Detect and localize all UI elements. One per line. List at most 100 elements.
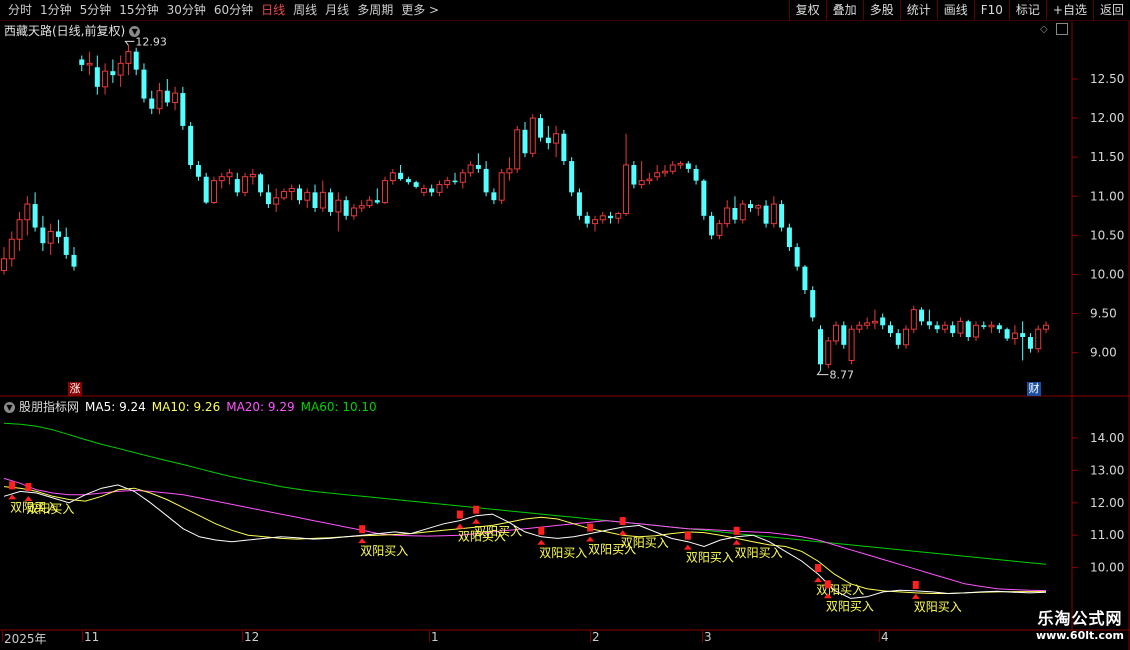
period-tab[interactable]: 多周期 xyxy=(353,0,397,20)
price-tick-label: 11.50 xyxy=(1090,150,1124,164)
candle-body xyxy=(164,90,170,103)
candle-body xyxy=(125,51,132,64)
candle-body xyxy=(701,180,707,216)
candle-body xyxy=(545,137,551,144)
period-tab[interactable]: 1分钟 xyxy=(36,0,76,20)
signal-label: 双阳买入 xyxy=(588,543,636,557)
chart-canvas[interactable]: 12.50 12.00 11.50 11.00 10.50 10.00 9.50 9.00 1… xyxy=(0,0,1130,650)
candle-body xyxy=(328,192,334,212)
period-tab[interactable]: 15分钟 xyxy=(115,0,162,20)
cai-badge-label: 财 xyxy=(1028,382,1040,395)
candle-body xyxy=(467,164,474,174)
expand-box-icon[interactable] xyxy=(1056,23,1068,35)
signal-arrow xyxy=(537,539,546,545)
watermark-logo: 乐淘公式网 www.60lt.com xyxy=(1036,605,1124,642)
candle-body xyxy=(350,207,357,217)
date-label: 1 xyxy=(431,630,439,644)
signal-bar xyxy=(824,580,831,589)
period-tab[interactable]: 5分钟 xyxy=(76,0,116,20)
candle-body xyxy=(981,325,987,327)
dropdown-arrow-icon[interactable]: ▼ xyxy=(129,26,141,37)
candle-body xyxy=(638,180,645,186)
candle-body xyxy=(810,290,816,318)
date-label: 3 xyxy=(704,630,712,644)
period-tab[interactable]: 更多 > xyxy=(397,0,443,20)
toolbar-button[interactable]: F10 xyxy=(973,0,1009,20)
signal-arrow xyxy=(814,577,823,583)
indicator-tick-label: 13.00 xyxy=(1090,463,1124,477)
signal-bar xyxy=(9,481,16,490)
candle-body xyxy=(242,176,249,193)
toolbar-button[interactable]: 返回 xyxy=(1092,0,1130,20)
candle-body xyxy=(817,329,823,365)
date-label: 11 xyxy=(84,630,100,644)
buy-signals: 双阳买入双阳买入双阳买入双阳买入双阳买入双阳买入 双阳买入双阳买入双阳买入 双阳买入… xyxy=(8,481,962,614)
period-tab[interactable]: 月线 xyxy=(321,0,353,20)
cai-badge[interactable]: 财 xyxy=(1027,382,1041,396)
period-tab[interactable]: 周线 xyxy=(289,0,321,20)
watermark-line2: www.60lt.com xyxy=(1035,629,1124,642)
candle-body xyxy=(748,204,754,208)
candle-body xyxy=(475,165,481,169)
period-tab[interactable]: 60分钟 xyxy=(210,0,257,20)
candle-body xyxy=(561,133,567,162)
price-annotations: 12.938.77 xyxy=(124,35,854,382)
candle-body xyxy=(646,178,653,182)
signal-label: 双阳买入 xyxy=(686,551,734,565)
diamond-icon[interactable]: ◇ xyxy=(1040,24,1048,35)
toolbar-button[interactable]: +自选 xyxy=(1045,0,1093,20)
signal-label: 双阳买入 xyxy=(816,583,864,597)
date-tick xyxy=(82,630,83,642)
toolbar-button[interactable]: 标记 xyxy=(1008,0,1046,20)
ma20-line xyxy=(3,477,1047,592)
signal-label: 双阳买入 xyxy=(458,530,506,544)
indicator-legend: ▼ 股朋指标网 MA5: 9.24 MA10: 9.26 MA20: 9.29 MA60:… xyxy=(4,398,383,415)
period-tab[interactable]: 30分钟 xyxy=(163,0,210,20)
candle-body xyxy=(802,266,808,291)
ma60-line xyxy=(3,422,1047,565)
toolbar-button[interactable]: 多股 xyxy=(862,0,900,20)
candle-body xyxy=(779,204,785,228)
candle-body xyxy=(102,70,109,88)
period-tab[interactable]: 分时 xyxy=(4,0,36,20)
candle-body xyxy=(848,328,855,361)
period-tabs: 分时 1分钟 5分钟 15分钟 30分钟 60分钟 日线 周线 月线 多周期 更多 > xyxy=(4,0,443,20)
date-tick xyxy=(2,630,3,642)
indicator-arrow-icon[interactable]: ▼ xyxy=(4,402,15,413)
toolbar-button[interactable]: 叠加 xyxy=(825,0,863,20)
signal-bar xyxy=(587,523,594,532)
toolbar-button[interactable]: 统计 xyxy=(899,0,937,20)
candle-body xyxy=(934,325,940,330)
period-tab[interactable]: 日线 xyxy=(257,0,289,20)
candle-body xyxy=(188,125,194,165)
candle-body xyxy=(71,254,77,267)
candle-body xyxy=(86,62,93,66)
candle-body xyxy=(732,208,738,220)
ma60-label: MA60: 10.10 xyxy=(300,400,377,414)
candle-body xyxy=(584,215,590,224)
zhang-badge[interactable]: 涨 xyxy=(68,382,82,396)
candle-body xyxy=(739,203,746,221)
candle-body xyxy=(133,51,139,70)
candle-body xyxy=(180,93,186,126)
signal-label: 双阳买入 xyxy=(621,536,669,550)
candle-body xyxy=(654,172,661,178)
date-tick xyxy=(429,630,430,642)
signal-label: 双阳买入 xyxy=(360,544,408,558)
candle-body xyxy=(763,205,769,224)
toolbar-button[interactable]: 画线 xyxy=(936,0,974,20)
candle-body xyxy=(459,172,466,183)
candle-body xyxy=(141,69,147,99)
candle-body xyxy=(576,192,582,216)
signal-label: 双阳买入 xyxy=(10,500,58,514)
candle-body xyxy=(1035,328,1042,350)
candle-body xyxy=(591,219,598,225)
signal-arrow xyxy=(24,496,33,502)
date-tick xyxy=(590,630,591,642)
candle-body xyxy=(569,161,575,193)
candle-body xyxy=(436,184,443,193)
toolbar-button[interactable]: 复权 xyxy=(788,0,826,20)
candle-body xyxy=(529,117,536,154)
candle-body xyxy=(871,320,878,324)
candle-body xyxy=(623,164,630,214)
